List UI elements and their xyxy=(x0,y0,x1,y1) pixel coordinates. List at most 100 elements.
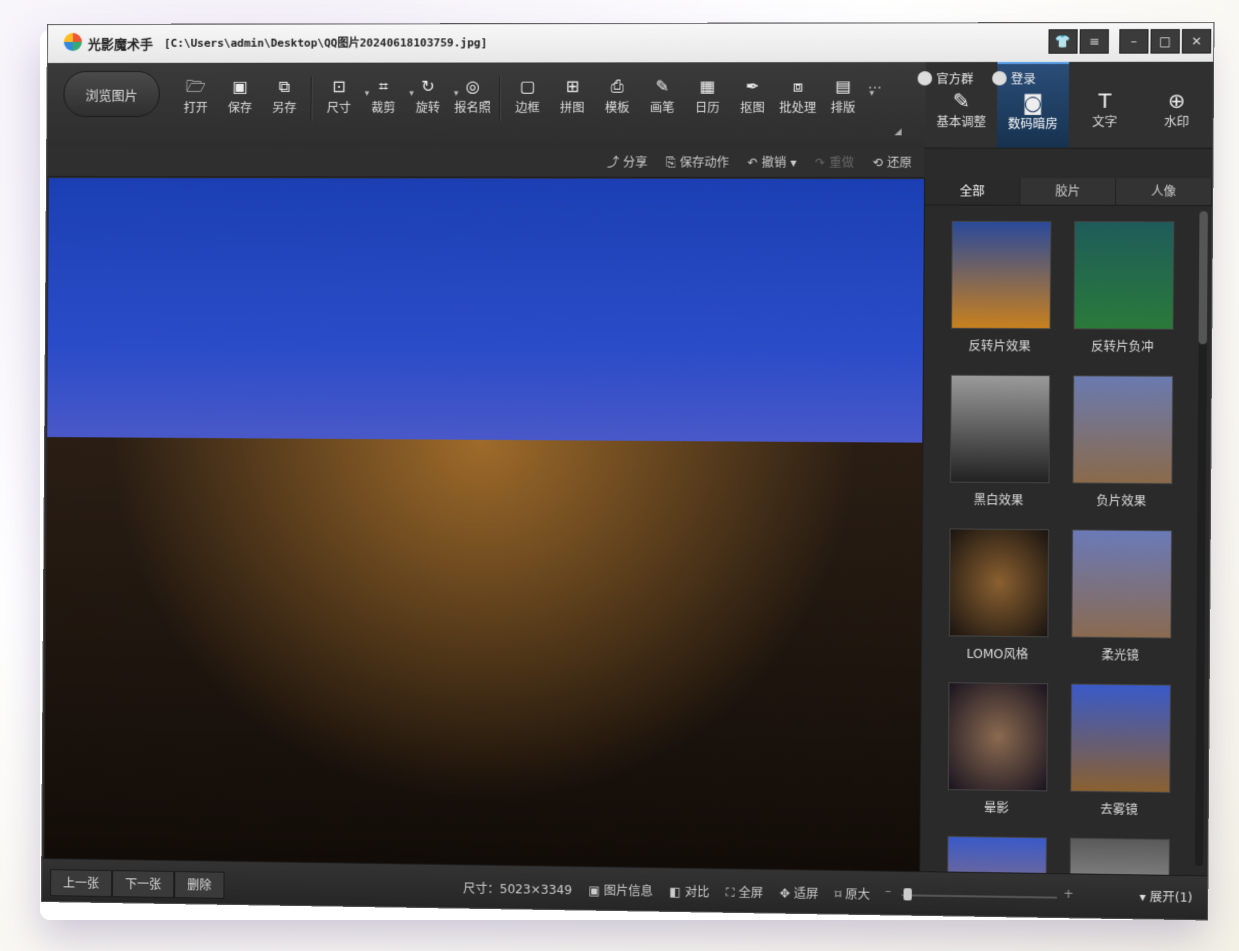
city-skyline-image xyxy=(44,437,923,872)
expand-button[interactable]: ▾ 展开(1) xyxy=(1139,888,1192,906)
save-icon: ▣ xyxy=(218,77,262,97)
title-bar: 光影魔术手 [C:\Users\admin\Desktop\QQ图片202406… xyxy=(48,23,1214,63)
menu-icon[interactable]: ≡ xyxy=(1080,29,1109,54)
original-size-button[interactable]: ⌑ 原大 xyxy=(835,885,870,903)
filter-panel: 全部 胶片 人像 反转片效果 反转片负冲 黑白效果 负片效果 LOMO风格 柔光… xyxy=(919,178,1212,877)
filter-tab-film[interactable]: 胶片 xyxy=(1020,178,1116,205)
minimize-button[interactable]: – xyxy=(1119,29,1148,54)
restore-button[interactable]: ⟲ 还原 xyxy=(873,154,912,171)
maximize-button[interactable]: □ xyxy=(1150,29,1179,54)
nav-buttons: 上一张 下一张 删除 xyxy=(50,869,225,899)
skin-icon[interactable]: 👕 xyxy=(1048,29,1077,54)
id-photo-button[interactable]: ◎ 报名照 xyxy=(450,77,495,121)
id-photo-icon: ◎ xyxy=(450,77,495,97)
zoom-out-icon[interactable]: – xyxy=(885,884,891,898)
watermark-icon: ⊕ xyxy=(1141,88,1213,113)
calendar-icon: ▦ xyxy=(685,76,730,96)
window-controls: 👕 ≡ – □ ✕ xyxy=(1048,29,1211,54)
login-link[interactable]: 登录 xyxy=(992,70,1036,87)
expand-corner-icon[interactable]: ◢ xyxy=(894,127,901,137)
prev-image-button[interactable]: 上一张 xyxy=(50,869,112,897)
divider xyxy=(310,77,312,121)
close-button[interactable]: ✕ xyxy=(1182,29,1211,54)
filter-tabs: 全部 胶片 人像 xyxy=(925,178,1212,206)
rotate-button[interactable]: ↻ 旋转 xyxy=(406,77,451,121)
fullscreen-button[interactable]: ⛶ 全屏 xyxy=(726,883,763,901)
delete-button[interactable]: 删除 xyxy=(174,871,224,899)
share-button[interactable]: ⤴ 分享 xyxy=(607,153,648,170)
action-bar: ⤴ 分享 ⎘ 保存动作 ↶ 撤销 ▾ ↷ 重做 ⟲ 还原 xyxy=(47,147,924,178)
divider xyxy=(499,77,501,121)
status-info: 尺寸：5023×3349 ▣ 图片信息 ◧ 对比 ⛶ 全屏 ✥ 适屏 ⌑ 原大 xyxy=(463,879,870,902)
user-icon xyxy=(992,71,1007,85)
filter-thumbnail xyxy=(950,375,1050,484)
brush-button[interactable]: ✎ 画笔 xyxy=(640,76,685,121)
tab-watermark[interactable]: ⊕ 水印 xyxy=(1140,62,1213,148)
filter-item[interactable]: 负片效果 xyxy=(1072,375,1171,509)
filter-thumbnail xyxy=(1073,221,1174,330)
filter-thumbnail xyxy=(1072,375,1173,484)
filter-item[interactable]: 反转片效果 xyxy=(951,221,1049,355)
save-as-icon: ⧉ xyxy=(262,77,307,97)
file-path: [C:\Users\admin\Desktop\QQ图片202406181037… xyxy=(164,34,487,51)
template-icon: ⎙ xyxy=(595,77,640,97)
fit-screen-button[interactable]: ✥ 适屏 xyxy=(779,884,818,902)
official-group-link[interactable]: 官方群 xyxy=(918,70,974,87)
filter-item[interactable]: 柔光镜 xyxy=(1071,529,1170,664)
open-icon: 🗁 xyxy=(174,77,218,97)
save-action-button[interactable]: ⎘ 保存动作 xyxy=(666,153,729,170)
filter-thumbnail xyxy=(1070,684,1171,794)
text-icon: T xyxy=(1069,88,1141,113)
filter-tab-all[interactable]: 全部 xyxy=(925,178,1021,205)
undo-button[interactable]: ↶ 撤销 ▾ xyxy=(747,154,796,171)
app-name: 光影魔术手 xyxy=(88,34,153,53)
redo-button[interactable]: ↷ 重做 xyxy=(815,154,854,171)
camera-icon: ◙ xyxy=(997,90,1069,114)
save-button[interactable]: ▣ 保存 xyxy=(218,77,263,121)
tool-group: 🗁打开 ▣保存 ⧉另存 ⊡尺寸 ⌗裁剪 ↻旋转 ◎报名照 ▢边框 ⊞拼图 ⎙模板… xyxy=(174,76,866,121)
crop-button[interactable]: ⌗ 裁剪 xyxy=(361,77,406,121)
zoom-slider-knob[interactable] xyxy=(903,888,911,900)
collage-icon: ⊞ xyxy=(550,77,595,97)
cutout-button[interactable]: ✒ 抠图 xyxy=(730,76,776,121)
browse-images-button[interactable]: 浏览图片 xyxy=(63,71,159,117)
filter-thumbnail xyxy=(1071,529,1172,638)
zoom-in-icon[interactable]: + xyxy=(1063,887,1074,901)
border-button[interactable]: ▢ 边框 xyxy=(505,77,550,121)
resize-icon: ⊡ xyxy=(317,77,362,97)
border-icon: ▢ xyxy=(505,77,550,97)
collage-button[interactable]: ⊞ 拼图 xyxy=(550,77,595,121)
zoom-slider[interactable] xyxy=(901,894,1057,898)
tab-text[interactable]: T 文字 xyxy=(1069,62,1141,148)
edit-icon: ✎ xyxy=(926,88,998,112)
filter-item[interactable]: 反转片负冲 xyxy=(1073,221,1172,355)
filter-tab-portrait[interactable]: 人像 xyxy=(1116,178,1212,205)
batch-button[interactable]: ⧈ 批处理 xyxy=(775,76,821,121)
crop-icon: ⌗ xyxy=(361,77,406,97)
cutout-icon: ✒ xyxy=(730,76,775,96)
open-button[interactable]: 🗁 打开 xyxy=(174,77,219,121)
more-tools-button[interactable]: ··· xyxy=(868,80,882,96)
filter-item[interactable]: LOMO风格 xyxy=(949,528,1047,662)
layout-icon: ▤ xyxy=(820,76,866,96)
filter-thumbnail xyxy=(948,682,1048,791)
filter-item[interactable]: 晕影 xyxy=(948,682,1046,817)
filter-item[interactable]: 黑白效果 xyxy=(950,375,1048,509)
layout-button[interactable]: ▤ 排版 xyxy=(820,76,866,121)
filter-item[interactable]: 去雾镜 xyxy=(1070,684,1169,819)
brush-icon: ✎ xyxy=(640,76,685,96)
resize-button[interactable]: ⊡ 尺寸 xyxy=(316,77,361,121)
image-size: 尺寸：5023×3349 xyxy=(463,879,572,898)
template-button[interactable]: ⎙ 模板 xyxy=(595,77,640,122)
chat-icon xyxy=(918,71,933,85)
next-image-button[interactable]: 下一张 xyxy=(112,870,174,898)
filter-scrollbar[interactable] xyxy=(1195,211,1208,866)
scrollbar-thumb[interactable] xyxy=(1199,211,1208,344)
compare-button[interactable]: ◧ 对比 xyxy=(669,883,709,901)
calendar-button[interactable]: ▦ 日历 xyxy=(685,76,730,121)
main-photo[interactable] xyxy=(44,178,925,872)
batch-icon: ⧈ xyxy=(775,76,820,96)
save-as-button[interactable]: ⧉ 另存 xyxy=(262,77,307,121)
image-info-button[interactable]: ▣ 图片信息 xyxy=(588,881,653,899)
rotate-icon: ↻ xyxy=(406,77,451,97)
